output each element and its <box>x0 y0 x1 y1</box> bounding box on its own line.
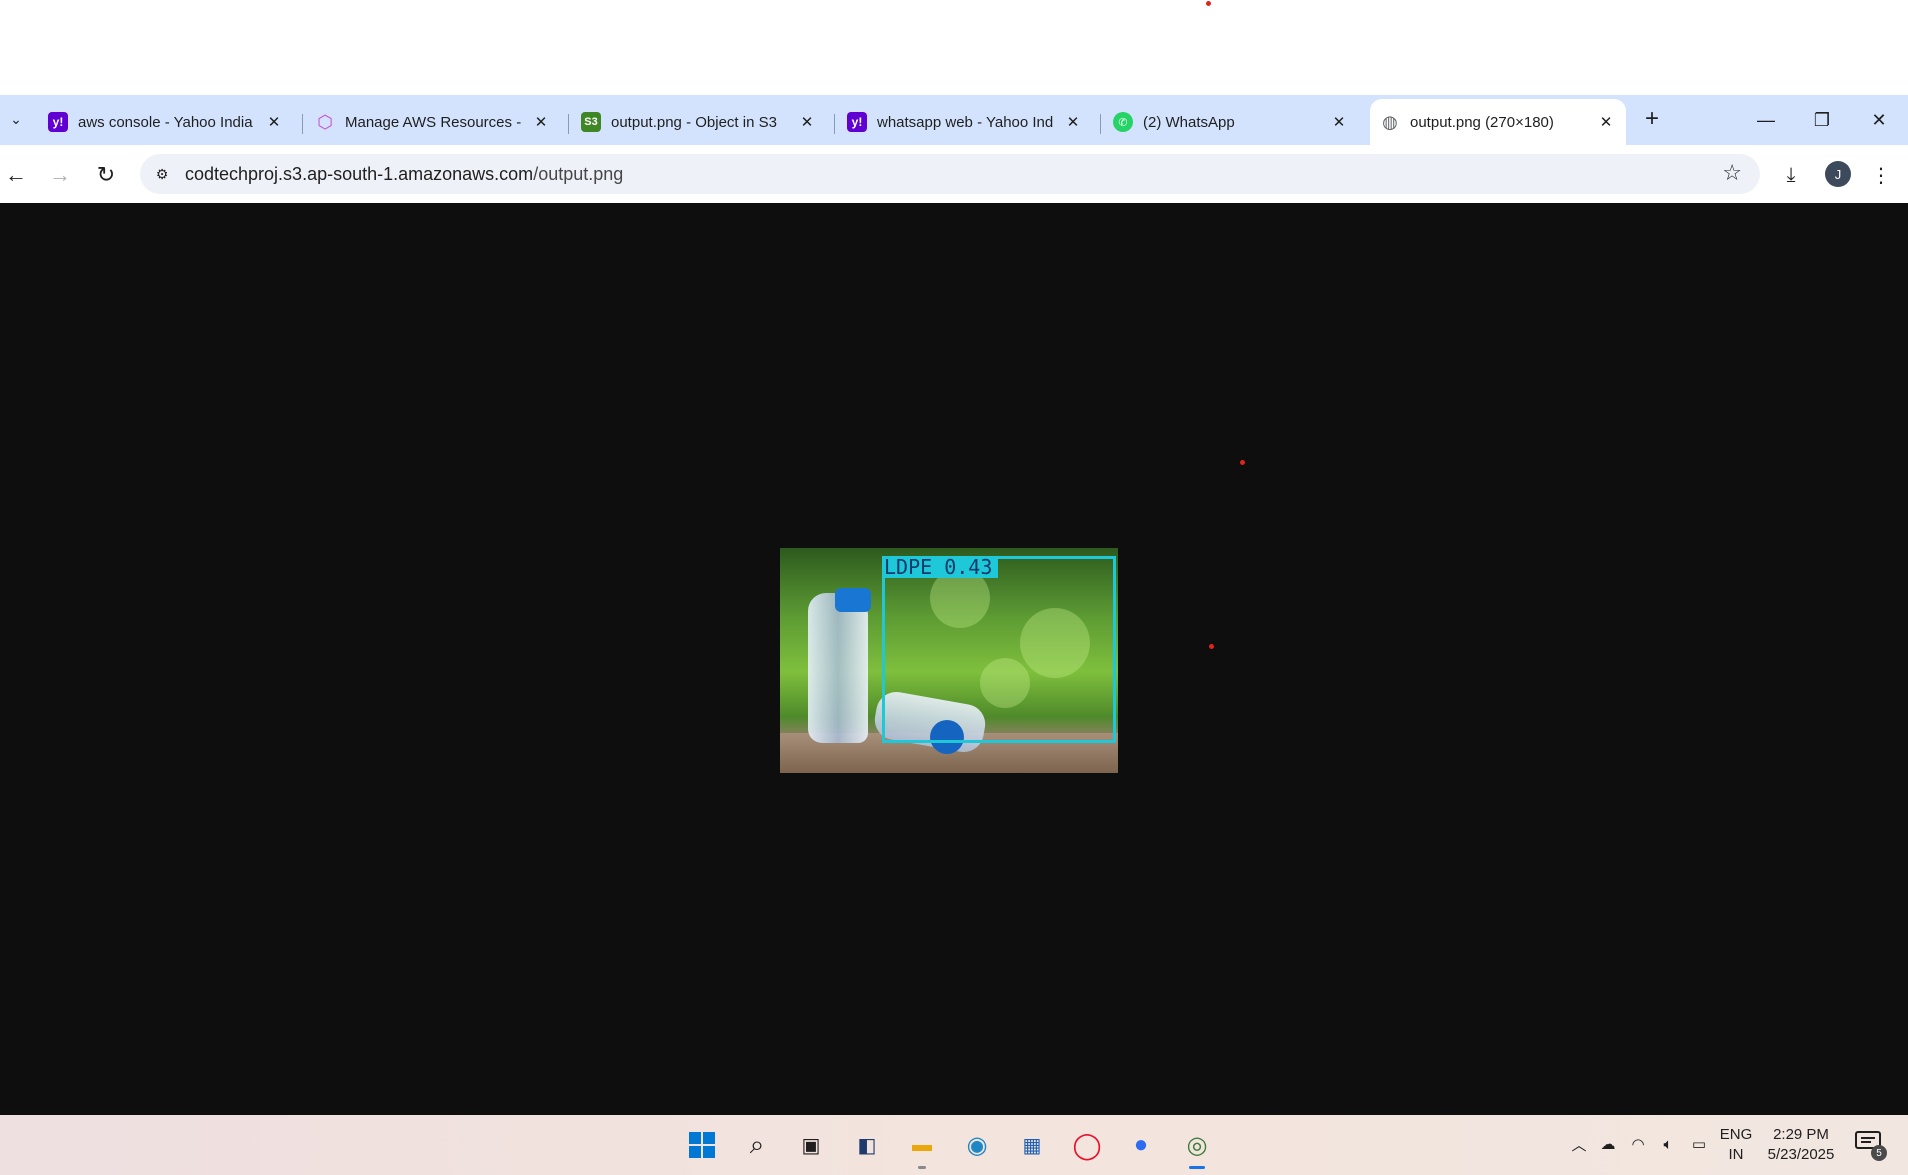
top-blank-area <box>0 0 1908 95</box>
cursor-dot <box>1206 1 1211 6</box>
zoom-icon[interactable]: ● <box>1123 1127 1159 1163</box>
tab-strip: ⌄ y! aws console - Yahoo India ✕ ⬡ Manag… <box>0 95 1908 145</box>
whatsapp-icon: ✆ <box>1113 112 1133 132</box>
detection-label: LDPE 0.43 <box>882 556 999 578</box>
notification-icon[interactable]: 5 <box>1855 1131 1887 1161</box>
wifi-icon[interactable]: ◠ <box>1627 1133 1649 1155</box>
tab-title: output.png (270×180) <box>1410 113 1554 131</box>
search-icon[interactable]: ⌕ <box>739 1127 775 1163</box>
clock[interactable]: 2:29 PM 5/23/2025 <box>1760 1125 1842 1165</box>
language-indicator[interactable]: ENG IN <box>1714 1125 1758 1165</box>
reload-button[interactable]: ↻ <box>90 159 122 191</box>
close-icon[interactable]: ✕ <box>1596 112 1616 132</box>
widgets-icon[interactable]: ◧ <box>849 1127 885 1163</box>
tab-manage-aws-resources[interactable]: ⬡ Manage AWS Resources - ✕ <box>305 99 561 145</box>
cursor-dot <box>1209 644 1214 649</box>
tab-title: aws console - Yahoo India <box>78 113 253 131</box>
chevron-up-icon[interactable]: ︿ <box>1568 1133 1590 1155</box>
forward-button[interactable]: → <box>44 159 76 191</box>
tab-separator <box>568 114 569 134</box>
tab-whatsapp[interactable]: ✆ (2) WhatsApp ✕ <box>1103 99 1359 145</box>
download-icon[interactable]: ⤓ <box>1775 159 1807 191</box>
close-icon[interactable]: ✕ <box>264 112 284 132</box>
aws-cube-icon: ⬡ <box>317 111 333 132</box>
tab-title: Manage AWS Resources - <box>345 113 522 131</box>
tab-output-png-active[interactable]: ◍ output.png (270×180) ✕ <box>1370 99 1626 145</box>
bottle-cap <box>835 588 871 612</box>
yahoo-icon: y! <box>847 112 867 132</box>
profile-avatar[interactable]: J <box>1825 161 1851 187</box>
volume-icon[interactable]: 🔈︎ <box>1657 1133 1679 1155</box>
battery-icon[interactable]: ▭ <box>1688 1133 1710 1155</box>
tab-whatsapp-web-yahoo[interactable]: y! whatsapp web - Yahoo Ind ✕ <box>837 99 1093 145</box>
globe-icon: ◍ <box>1382 111 1398 132</box>
yahoo-icon: y! <box>48 112 68 132</box>
close-icon[interactable]: ✕ <box>531 112 551 132</box>
address-bar[interactable]: ⚙ codtechproj.s3.ap-south-1.amazonaws.co… <box>140 154 1760 194</box>
s3-icon: S3 <box>581 112 601 132</box>
windows-taskbar: ⌕ ▣ ◧ ▬ ◉ ▦ ◯ ● ◎ ︿ ☁ ◠ 🔈︎ ▭ ENG IN 2:29… <box>0 1115 1908 1175</box>
onedrive-icon[interactable]: ☁ <box>1597 1133 1619 1155</box>
tab-title: whatsapp web - Yahoo Ind <box>877 113 1054 131</box>
image-viewport: LDPE 0.43 <box>0 203 1908 1115</box>
close-icon[interactable]: ✕ <box>1329 112 1349 132</box>
close-icon[interactable]: ✕ <box>797 112 817 132</box>
tab-title: (2) WhatsApp <box>1143 113 1235 131</box>
opera-icon[interactable]: ◯ <box>1069 1127 1105 1163</box>
back-button[interactable]: ← <box>0 159 32 191</box>
bookmark-star-icon[interactable]: ☆ <box>1722 160 1742 186</box>
close-icon[interactable]: ✕ <box>1063 112 1083 132</box>
tab-separator <box>834 114 835 134</box>
site-info-icon[interactable]: ⚙ <box>150 162 174 186</box>
chrome-icon[interactable]: ◎ <box>1179 1127 1215 1169</box>
windows-start-icon[interactable] <box>684 1127 720 1163</box>
tab-aws-console-yahoo[interactable]: y! aws console - Yahoo India ✕ <box>38 99 294 145</box>
browser-toolbar: ← → ↻ ⚙ codtechproj.s3.ap-south-1.amazon… <box>0 145 1908 203</box>
active-indicator <box>1189 1166 1205 1169</box>
store-icon[interactable]: ▦ <box>1014 1127 1050 1163</box>
file-explorer-icon[interactable]: ▬ <box>904 1127 940 1169</box>
new-tab-button[interactable]: + <box>1638 105 1666 133</box>
cursor-dot <box>1240 460 1245 465</box>
url-text[interactable]: codtechproj.s3.ap-south-1.amazonaws.com/… <box>185 164 623 185</box>
detection-bounding-box <box>882 556 1116 743</box>
more-menu-icon[interactable]: ⋮ <box>1865 159 1897 191</box>
active-indicator <box>918 1166 926 1169</box>
tab-separator <box>1100 114 1101 134</box>
restore-button[interactable]: ❐ <box>1794 95 1850 145</box>
tab-output-png-s3[interactable]: S3 output.png - Object in S3 ✕ <box>571 99 827 145</box>
notification-badge: 5 <box>1871 1145 1887 1161</box>
window-close-button[interactable]: ✕ <box>1851 95 1907 145</box>
tab-title: output.png - Object in S3 <box>611 113 777 131</box>
tab-search-chevron-icon[interactable]: ⌄ <box>2 105 30 133</box>
crushed-bottle-standing <box>808 593 868 743</box>
task-view-icon[interactable]: ▣ <box>793 1127 829 1163</box>
tab-separator <box>302 114 303 134</box>
minimize-button[interactable]: — <box>1738 95 1794 145</box>
output-image: LDPE 0.43 <box>780 548 1118 773</box>
edge-icon[interactable]: ◉ <box>959 1127 995 1163</box>
